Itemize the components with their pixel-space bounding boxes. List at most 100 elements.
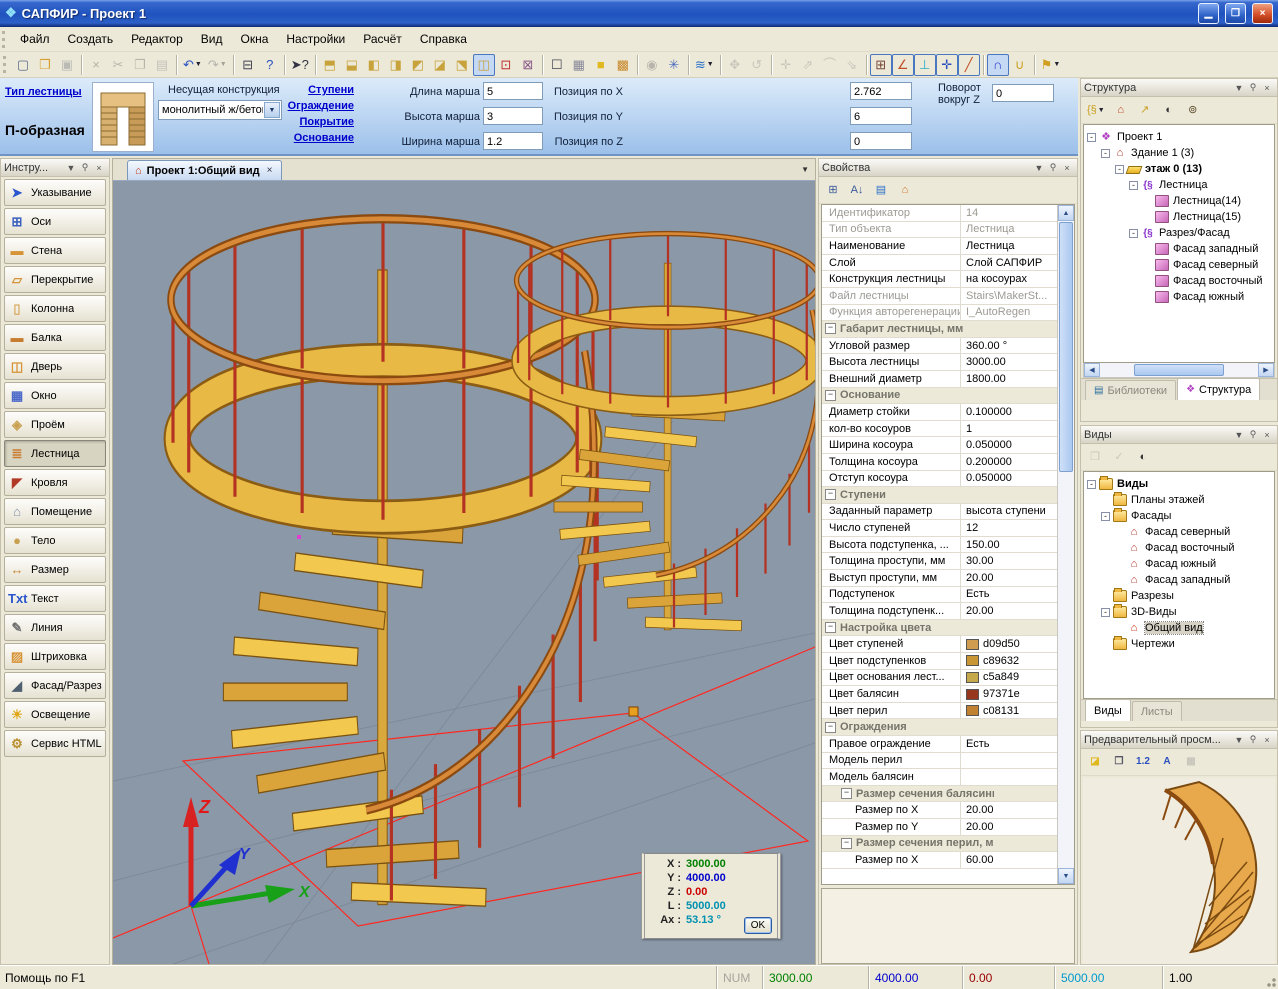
property-row[interactable]: Размер сечения балясины, мм <box>822 786 1057 803</box>
tool-button[interactable]: Txt Текст <box>4 585 106 612</box>
view-selection-frame[interactable]: ⊡ <box>495 54 517 76</box>
apply-view[interactable]: ✓ <box>1108 446 1130 468</box>
chevron-down-icon[interactable]: ▼ <box>64 163 78 173</box>
visibility-eye[interactable]: ◉ <box>641 54 663 76</box>
property-row[interactable]: Размер по X 60.00 <box>822 852 1057 869</box>
tool-button[interactable]: ⌂ Помещение <box>4 498 106 525</box>
property-row[interactable]: Модель балясин <box>822 769 1057 786</box>
delete[interactable]: × <box>85 54 107 76</box>
horizontal-scrollbar[interactable]: ◀ ▶ <box>1083 363 1275 378</box>
tool-button[interactable]: ◤ Кровля <box>4 469 106 496</box>
property-value[interactable] <box>978 388 1057 404</box>
property-row[interactable]: Ширина косоура 0.050000 <box>822 437 1057 454</box>
tree-item[interactable]: Планы этажей <box>1084 492 1274 508</box>
toolbar-grip[interactable] <box>2 31 7 48</box>
property-value[interactable]: 97371e <box>960 686 1057 702</box>
position-y-input[interactable] <box>850 107 912 125</box>
viewport-3d[interactable]: Z Y X X : 3000.00 Y : 4000.00 <box>113 181 815 964</box>
chevron-down-icon[interactable]: ▼ <box>1232 735 1246 745</box>
property-value[interactable]: 30.00 <box>960 553 1057 569</box>
marker-flag[interactable]: ⚑▼ <box>1038 54 1064 76</box>
property-row[interactable]: Цвет балясин 97371e <box>822 686 1057 703</box>
toolbar-grip[interactable] <box>3 56 8 73</box>
scroll-up-icon[interactable]: ▲ <box>1058 205 1074 221</box>
tree-expander[interactable]: - <box>1115 165 1124 174</box>
property-row[interactable]: Число ступеней 12 <box>822 520 1057 537</box>
tree-item[interactable]: - Здание 1 (3) <box>1084 145 1274 161</box>
render-hidden-line[interactable]: ▦ <box>568 54 590 76</box>
maximize-button[interactable]: ❐ <box>1225 3 1246 24</box>
pin-icon[interactable]: ⚲ <box>78 162 92 173</box>
property-row[interactable]: Цвет основания лест... c5a849 <box>822 670 1057 687</box>
tree-item[interactable]: Фасад южный <box>1084 556 1274 572</box>
property-value[interactable]: 1 <box>960 421 1057 437</box>
move[interactable]: ✛ <box>775 54 797 76</box>
close-icon[interactable]: × <box>1260 735 1274 745</box>
tree-item[interactable]: - Разрез/Фасад <box>1084 225 1274 241</box>
pin-icon[interactable]: ⚲ <box>1046 162 1060 173</box>
tree-item[interactable]: Чертежи <box>1084 636 1274 652</box>
property-row[interactable]: Цвет перил c08131 <box>822 703 1057 720</box>
tab-libraries[interactable]: ▤ Библиотеки <box>1085 380 1176 400</box>
property-value[interactable]: 0.050000 <box>960 437 1057 453</box>
snap-cursor[interactable]: ✛ <box>936 54 958 76</box>
print[interactable]: ⊟ <box>237 54 259 76</box>
march-width-input[interactable] <box>483 132 543 150</box>
menu-item[interactable]: Расчёт <box>354 28 411 50</box>
tree-item[interactable]: - Лестница <box>1084 177 1274 193</box>
property-row[interactable]: Идентификатор 14 <box>822 205 1057 222</box>
property-value[interactable]: 3000.00 <box>960 354 1057 370</box>
property-row[interactable]: Подступенок Есть <box>822 587 1057 604</box>
pin-icon[interactable]: ⚲ <box>1246 82 1260 93</box>
position-x-input[interactable] <box>850 82 912 100</box>
property-value[interactable] <box>960 753 1057 769</box>
open-file[interactable]: ❒ <box>34 54 56 76</box>
close-icon[interactable]: × <box>1060 163 1074 173</box>
property-value[interactable]: 20.00 <box>960 570 1057 586</box>
property-value[interactable] <box>994 836 1057 852</box>
tree-item[interactable]: Фасад западный <box>1084 241 1274 257</box>
base-link[interactable]: Основание <box>254 132 354 144</box>
property-value[interactable]: 14 <box>960 205 1057 221</box>
property-value[interactable]: 20.00 <box>960 603 1057 619</box>
scroll-right-icon[interactable]: ▶ <box>1258 363 1274 377</box>
property-value[interactable]: I_AutoRegen <box>960 305 1057 321</box>
property-value[interactable] <box>978 487 1057 503</box>
vertical-scrollbar[interactable]: ▲ ▼ <box>1057 205 1074 884</box>
property-row[interactable]: Правое ограждение Есть <box>822 736 1057 753</box>
help[interactable]: ? <box>259 54 281 76</box>
categorized-view[interactable]: ⊞ <box>822 179 844 201</box>
tool-button[interactable]: ▬ Балка <box>4 324 106 351</box>
tree-item[interactable]: - 3D-Виды <box>1084 604 1274 620</box>
stair-type-thumbnail[interactable] <box>92 82 154 152</box>
view-left[interactable]: ◧ <box>363 54 385 76</box>
property-pages[interactable]: ▤ <box>870 179 892 201</box>
tool-button[interactable]: ▨ Штриховка <box>4 643 106 670</box>
chevron-down-icon[interactable]: ▼ <box>1232 430 1246 440</box>
tree-item[interactable]: Фасад западный <box>1084 572 1274 588</box>
menu-item[interactable]: Справка <box>411 28 476 50</box>
preview-header[interactable]: Предварительный просм... ▼ ⚲ × <box>1081 731 1277 749</box>
property-row[interactable]: Толщина проступи, мм 30.00 <box>822 553 1057 570</box>
view-3d[interactable]: ⬓ <box>341 54 363 76</box>
close-button[interactable]: × <box>1252 3 1273 24</box>
chevron-down-icon[interactable]: ▼ <box>1032 163 1046 173</box>
tools-panel-header[interactable]: Инстру... ▼ ⚲ × <box>1 159 109 177</box>
property-row[interactable]: Толщина подступенк... 20.00 <box>822 603 1057 620</box>
tree-item[interactable]: Фасад восточный <box>1084 540 1274 556</box>
view-tab[interactable]: ⌂ Проект 1:Общий вид × <box>127 160 282 180</box>
property-value[interactable]: c08131 <box>960 703 1057 719</box>
redo[interactable]: ↷▼ <box>205 54 230 76</box>
style-braces[interactable]: {§▼ <box>1084 99 1108 121</box>
tree-item[interactable]: Разрезы <box>1084 588 1274 604</box>
preview-dimension-text[interactable]: A <box>1156 751 1178 773</box>
preview-3d-cube[interactable]: ◪ <box>1084 751 1106 773</box>
property-value[interactable]: Лестница <box>960 222 1057 238</box>
minimize-button[interactable]: ▁ <box>1198 3 1219 24</box>
menu-item[interactable]: Окна <box>232 28 278 50</box>
property-row[interactable]: Отступ косоура 0.050000 <box>822 471 1057 488</box>
tool-button[interactable]: ▦ Окно <box>4 382 106 409</box>
scroll-left-icon[interactable]: ◀ <box>1084 363 1100 377</box>
steps-link[interactable]: Ступени <box>254 84 354 96</box>
property-value[interactable]: на косоурах <box>960 271 1057 287</box>
